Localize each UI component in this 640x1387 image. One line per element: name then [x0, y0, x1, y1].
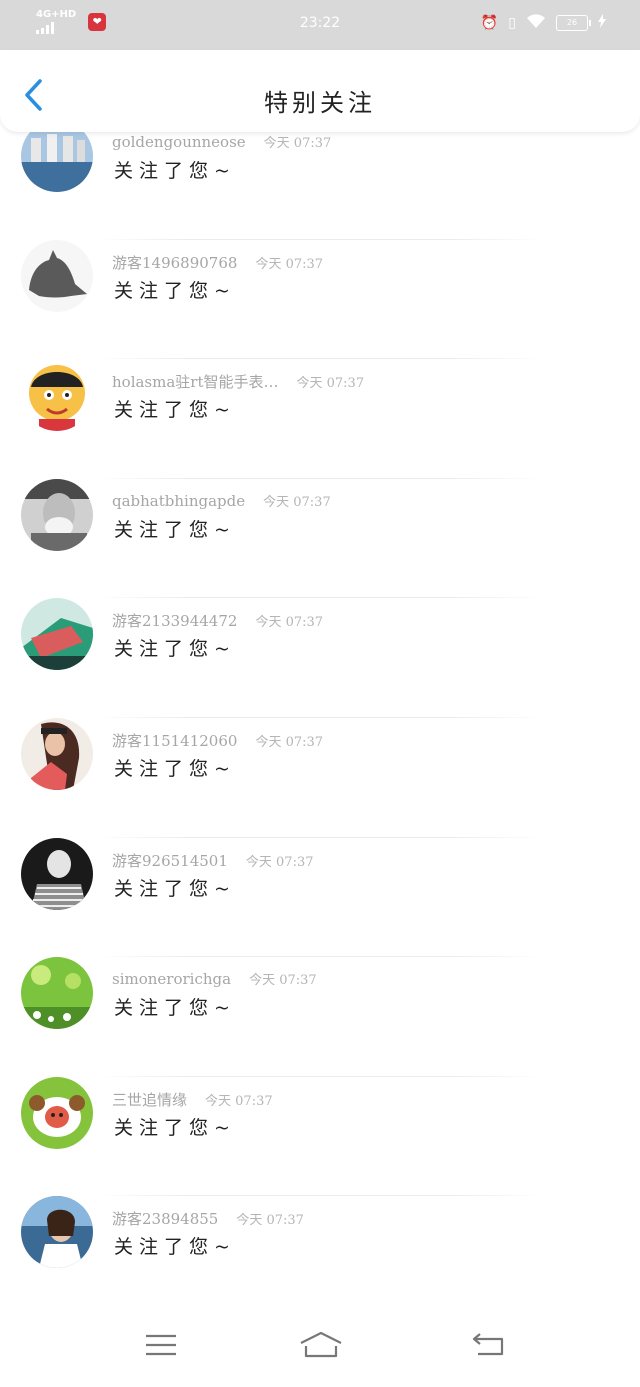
home-icon: [300, 1331, 342, 1358]
menu-icon: [146, 1334, 176, 1356]
alarm-icon: ⏰: [480, 15, 499, 31]
list-item[interactable]: 游客926514501 今天 07:37 关注了您~: [0, 837, 640, 958]
battery-icon: 26: [556, 15, 591, 31]
message-text: 关注了您~: [114, 757, 236, 780]
status-right: ⏰ ▯ 26: [481, 13, 606, 33]
charging-icon: [598, 14, 606, 32]
message-text: 关注了您~: [114, 997, 236, 1020]
timestamp: 今天 07:37: [263, 136, 332, 151]
avatar[interactable]: [21, 359, 93, 432]
user-name: 游客2133944472 今天 07:37: [112, 612, 324, 631]
message-text: 关注了您~: [114, 399, 236, 422]
user-name: 游客926514501 今天 07:37: [112, 851, 314, 870]
user-name: 游客1151412060 今天 07:37: [112, 731, 324, 750]
title-bar: 特别关注: [0, 50, 640, 132]
wifi-icon: [526, 13, 546, 33]
avatar[interactable]: [21, 1196, 93, 1269]
timestamp: 今天 07:37: [263, 494, 331, 510]
message-text: 关注了您~: [114, 160, 236, 182]
message-text: 关注了您~: [114, 279, 236, 302]
avatar[interactable]: [21, 717, 93, 790]
avatar[interactable]: [21, 957, 93, 1030]
avatar[interactable]: [21, 478, 93, 551]
message-text: 关注了您~: [114, 1116, 236, 1139]
follower-list: goldengounneose 今天 07:37 关注了您~ 游客14968907…: [0, 120, 640, 1316]
menu-button[interactable]: [142, 1330, 182, 1360]
user-name: goldengounneose 今天 07:37: [112, 133, 332, 151]
back-nav-button[interactable]: [470, 1330, 510, 1360]
message-text: 关注了您~: [114, 877, 236, 900]
list-item[interactable]: 游客1496890768 今天 07:37 关注了您~: [0, 239, 640, 360]
list-item[interactable]: 游客23894855 今天 07:37 关注了您~: [0, 1196, 640, 1316]
list-item[interactable]: qabhatbhingapde 今天 07:37 关注了您~: [0, 478, 640, 599]
user-name: 游客1496890768 今天 07:37: [112, 253, 324, 272]
status-bar: 4G+HD ❤ 23:22 ⏰ ▯ 26: [0, 0, 640, 50]
page-title: 特别关注: [264, 89, 376, 117]
back-arrow-icon: [472, 1333, 504, 1356]
user-name: simonerorichga 今天 07:37: [112, 970, 317, 989]
vibrate-icon: ▯: [508, 15, 516, 31]
timestamp: 今天 07:37: [205, 1093, 273, 1109]
message-text: 关注了您~: [114, 638, 236, 661]
avatar[interactable]: [21, 1076, 93, 1149]
list-item[interactable]: holasma驻rt智能手表… 今天 07:37 关注了您~: [0, 359, 640, 479]
user-name: holasma驻rt智能手表… 今天 07:37: [112, 373, 365, 392]
home-button[interactable]: [298, 1330, 344, 1360]
avatar[interactable]: [21, 837, 93, 910]
avatar[interactable]: [21, 239, 93, 312]
avatar[interactable]: [21, 598, 93, 671]
timestamp: 今天 07:37: [255, 734, 324, 750]
list-item[interactable]: 三世追情缘 今天 07:37 关注了您~: [0, 1076, 640, 1197]
message-text: 关注了您~: [114, 518, 236, 541]
list-item[interactable]: 游客1151412060 今天 07:37 关注了您~: [0, 717, 640, 838]
timestamp: 今天 07:37: [245, 854, 314, 870]
timestamp: 今天 07:37: [255, 615, 324, 631]
timestamp: 今天 07:37: [255, 256, 324, 272]
message-text: 关注了您~: [114, 1236, 236, 1259]
list-item[interactable]: goldengounneose 今天 07:37 关注了您~: [0, 120, 640, 240]
list-item[interactable]: simonerorichga 今天 07:37 关注了您~: [0, 957, 640, 1077]
user-name: 游客23894855 今天 07:37: [112, 1210, 304, 1229]
timestamp: 今天 07:37: [296, 376, 365, 392]
user-name: 三世追情缘 今天 07:37: [112, 1090, 273, 1109]
list-item[interactable]: 游客2133944472 今天 07:37 关注了您~: [0, 598, 640, 718]
system-nav-bar: [0, 1300, 640, 1387]
timestamp: 今天 07:37: [249, 973, 317, 989]
timestamp: 今天 07:37: [236, 1213, 304, 1229]
user-name: qabhatbhingapde 今天 07:37: [112, 491, 331, 510]
